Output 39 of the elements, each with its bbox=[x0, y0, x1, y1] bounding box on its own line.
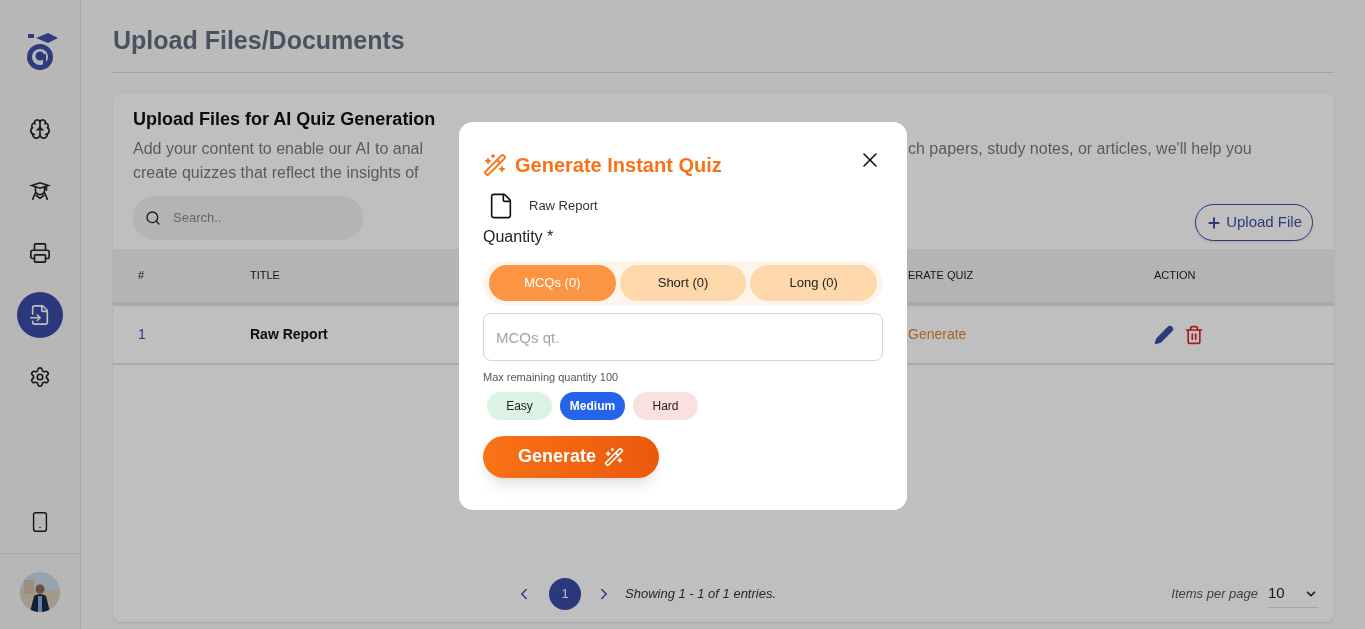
brain-icon bbox=[29, 118, 51, 140]
sidebar-item[interactable] bbox=[17, 292, 63, 338]
student-icon bbox=[29, 180, 51, 202]
column-header: # bbox=[138, 268, 145, 284]
description-text: ch papers, study notes, or articles, we'll help you bbox=[908, 139, 1252, 159]
file-name: Raw Report bbox=[529, 197, 598, 216]
page-title: Upload Files/Documents bbox=[113, 25, 406, 56]
items-per-page-label: Items per page bbox=[1171, 585, 1258, 604]
column-header: TITLE bbox=[250, 268, 280, 284]
file-import-icon bbox=[29, 304, 51, 326]
search-icon bbox=[145, 209, 161, 226]
card-title: Upload Files for AI Quiz Generation bbox=[133, 108, 437, 131]
difficulty-chip[interactable]: Hard bbox=[633, 391, 698, 420]
edit-icon[interactable] bbox=[1154, 324, 1174, 345]
quantity-label: Quantity * bbox=[483, 227, 555, 247]
magic-wand-icon bbox=[604, 446, 624, 467]
entries-summary: Showing 1 - 1 of 1 entries. bbox=[625, 585, 777, 604]
dialog-title: Generate Instant Quiz bbox=[515, 153, 722, 178]
printer-icon bbox=[29, 242, 51, 264]
upload-file-button[interactable]: Upload File bbox=[1195, 204, 1313, 241]
items-per-page-select[interactable]: 10 bbox=[1268, 580, 1318, 608]
difficulty-chip[interactable]: Medium bbox=[560, 391, 625, 420]
page-number[interactable]: 1 bbox=[549, 578, 581, 610]
difficulty-chip[interactable]: Easy bbox=[487, 391, 552, 420]
description-text: Add your content to enable our AI to anal bbox=[133, 139, 423, 159]
delete-icon[interactable] bbox=[1184, 324, 1204, 345]
description-text: create quizzes that reflect the insights of bbox=[133, 163, 419, 183]
remaining-hint: Max remaining quantity 100 bbox=[483, 370, 620, 385]
column-header: ERATE QUIZ bbox=[908, 268, 974, 284]
quantity-tab[interactable]: Long (0) bbox=[750, 265, 877, 301]
table-cell-text: 1 bbox=[138, 325, 146, 344]
generate-button[interactable]: Generate bbox=[483, 435, 659, 478]
settings-icon bbox=[29, 366, 51, 388]
quantity-field[interactable]: MCQs qt. bbox=[483, 313, 883, 361]
table-cell-text: Raw Report bbox=[250, 325, 328, 344]
column-header: ACTION bbox=[1154, 268, 1196, 284]
search-field[interactable]: Search.. bbox=[133, 195, 363, 240]
quantity-tab[interactable]: Short (0) bbox=[619, 265, 747, 301]
magic-wand-icon bbox=[483, 153, 507, 177]
